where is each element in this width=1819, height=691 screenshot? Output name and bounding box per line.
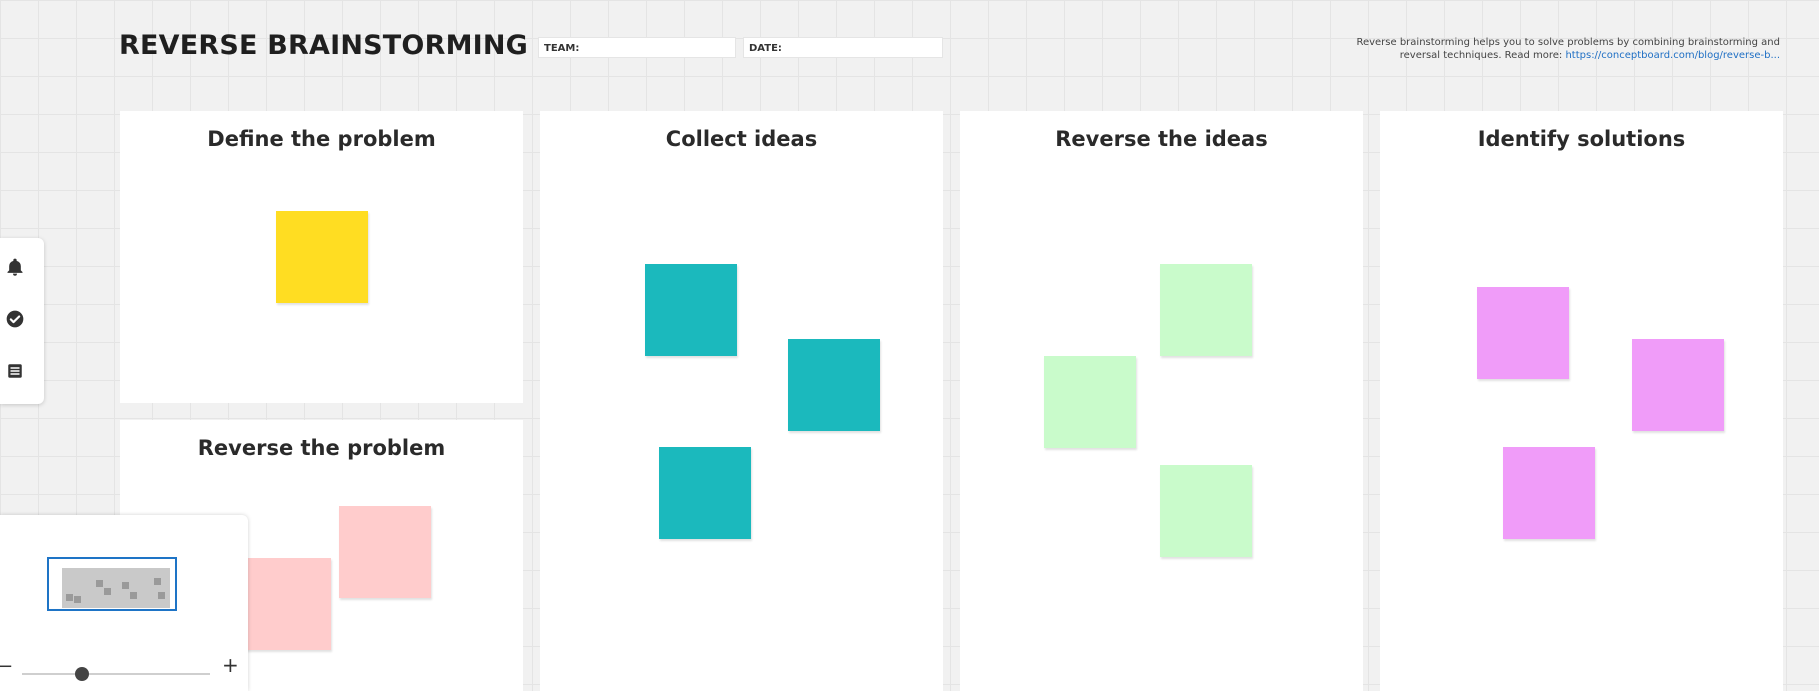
check-circle-icon [6,310,24,328]
zoom-out-button[interactable]: − [0,656,13,677]
minimap-note [104,588,111,595]
sticky-note-violet[interactable] [1503,447,1595,539]
bell-icon [7,258,23,276]
sticky-note-mint[interactable] [1160,264,1252,356]
left-toolbar [0,238,44,404]
panel-identify-solutions: Identify solutions [1380,111,1783,691]
notifications-button[interactable] [2,254,28,280]
list-button[interactable] [2,358,28,384]
panel-title: Identify solutions [1477,127,1686,151]
zoom-slider-track[interactable] [22,673,210,675]
description-text: Reverse brainstorming helps you to solve… [1350,36,1780,62]
sticky-note-pink[interactable] [339,506,431,598]
tasks-button[interactable] [2,306,28,332]
panel-title: Define the problem [207,127,436,151]
read-more-link[interactable]: https://conceptboard.com/blog/reverse-b.… [1565,50,1780,61]
panel-title: Reverse the problem [197,436,446,460]
team-field[interactable]: TEAM: [538,37,736,58]
sticky-note-teal[interactable] [659,447,751,539]
minimap-viewport[interactable] [47,557,177,611]
panel-title: Collect ideas [665,127,818,151]
sticky-note-violet[interactable] [1477,287,1569,379]
minimap-note [122,582,129,589]
minimap-note [130,592,137,599]
panel-reverse-ideas: Reverse the ideas [960,111,1363,691]
minimap-note [66,594,73,601]
zoom-in-button[interactable]: + [222,653,239,677]
sticky-note-mint[interactable] [1160,465,1252,557]
zoom-slider-handle[interactable] [75,667,89,681]
list-icon [8,364,22,378]
minimap-board-preview [62,568,170,608]
sticky-note-teal[interactable] [788,339,880,431]
sticky-note-pink[interactable] [239,558,331,650]
sticky-note-teal[interactable] [645,264,737,356]
board-title: REVERSE BRAINSTORMING [119,30,529,61]
sticky-note-mint[interactable] [1044,356,1136,448]
panel-collect-ideas: Collect ideas [540,111,943,691]
minimap-note [154,578,161,585]
sticky-note-yellow[interactable] [276,211,368,303]
sticky-note-violet[interactable] [1632,339,1724,431]
panel-title: Reverse the ideas [1055,127,1268,151]
minimap-note [96,580,103,587]
panel-define-problem: Define the problem [120,111,523,403]
minimap-note [74,596,81,603]
minimap-panel: − + [0,515,248,691]
date-field[interactable]: DATE: [743,37,943,58]
minimap-note [158,592,165,599]
